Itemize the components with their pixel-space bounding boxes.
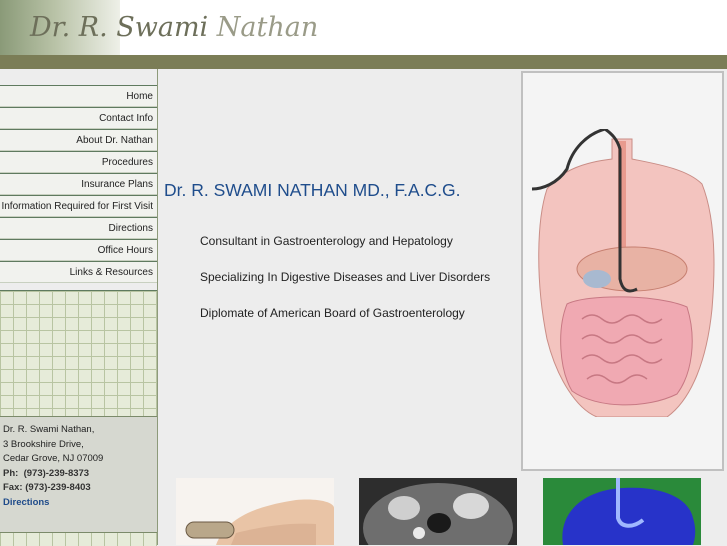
address-name: Dr. R. Swami Nathan, [3,424,95,435]
digestive-anatomy-image [521,71,724,471]
nav-item-links-resources[interactable]: Links & Resources [0,261,157,283]
nav-item-contact-info[interactable]: Contact Info [0,107,157,129]
nav-item-about[interactable]: About Dr. Nathan [0,129,157,151]
header-divider-bar [0,55,727,69]
pill-camera-thumbnail[interactable] [176,478,334,545]
fax-number: (973)-239-8403 [25,482,91,493]
credential-item: Consultant in Gastroenterology and Hepat… [200,234,453,248]
ct-scan-image [363,483,513,545]
pill-camera-image [185,499,334,545]
page-title: Dr. R. SWAMI NATHAN MD., F.A.C.G. [164,180,461,200]
fax-label: Fax: [3,482,23,493]
contact-address-block: Dr. R. Swami Nathan, 3 Brookshire Drive,… [0,416,157,532]
address-fax: Fax: (973)-239-8403 [3,481,157,496]
endoscopy-diagram-thumbnail[interactable] [543,478,701,545]
endoscopy-diagram-image [543,478,701,545]
nav-item-insurance-plans[interactable]: Insurance Plans [0,173,157,195]
phone-number: (973)-239-8373 [23,467,90,479]
credential-item: Diplomate of American Board of Gastroent… [200,306,465,320]
phone-label: Ph: [3,467,19,479]
nav-item-office-hours[interactable]: Office Hours [0,239,157,261]
address-city: Cedar Grove, NJ 07009 [3,453,104,464]
directions-link[interactable]: Directions [3,496,157,511]
logo-text-surname: Nathan [216,12,319,43]
site-header: Dr. R. Swami Nathan [0,0,727,55]
ct-scan-thumbnail[interactable] [359,478,517,545]
credential-item: Specializing In Digestive Diseases and L… [200,270,491,284]
sidebar-grid-decoration [0,290,157,417]
address-street: 3 Brookshire Drive, [3,438,84,450]
nav-item-home[interactable]: Home [0,85,157,107]
site-logo[interactable]: Dr. R. Swami Nathan [30,12,318,43]
sidebar: Home Contact Info About Dr. Nathan Proce… [0,69,158,546]
nav-item-directions[interactable]: Directions [0,217,157,239]
sidebar-nav: Home Contact Info About Dr. Nathan Proce… [0,85,157,283]
anatomy-illustration [531,129,715,417]
credentials-list: Consultant in Gastroenterology and Hepat… [200,232,500,340]
address-phone: Ph: (973)-239-8373 [3,467,157,482]
logo-text-name: Dr. R. Swami [30,12,209,43]
nav-item-procedures[interactable]: Procedures [0,151,157,173]
sidebar-grid-footer [0,532,157,546]
nav-item-first-visit-info[interactable]: Information Required for First Visit [0,195,157,217]
